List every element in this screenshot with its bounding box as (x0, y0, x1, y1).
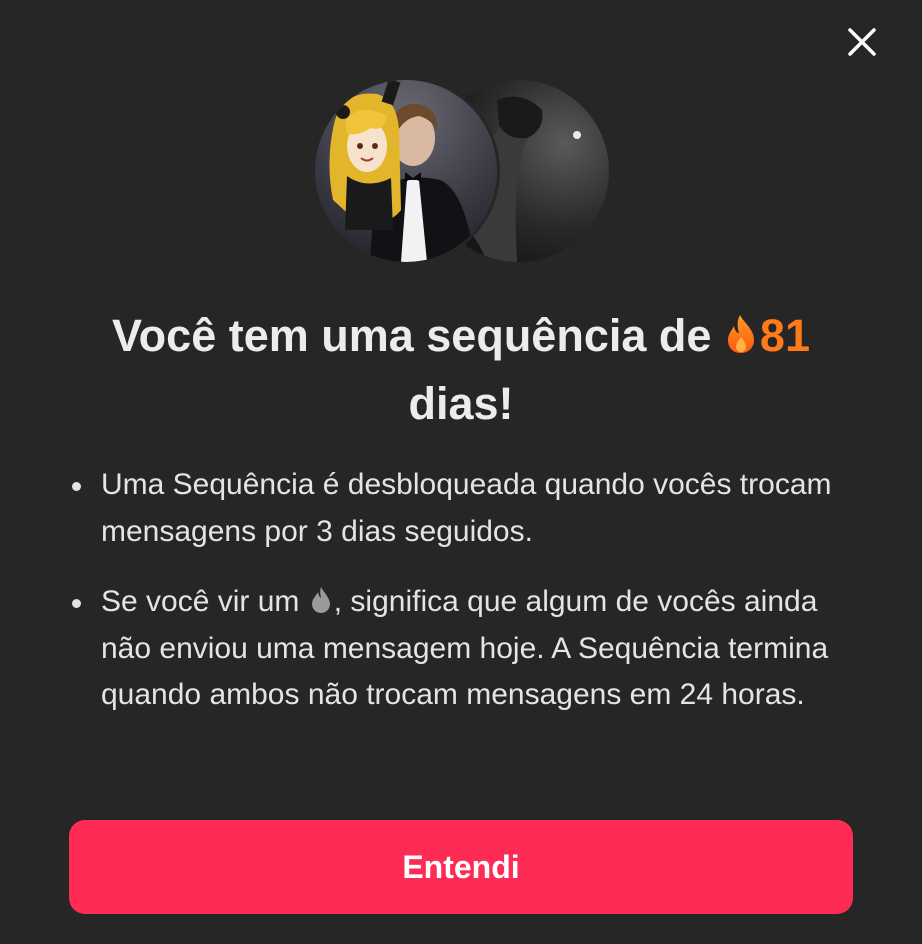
avatar-current-user (312, 77, 500, 265)
streak-title: Você tem uma sequência de 81 dias! (40, 302, 882, 438)
flame-icon (727, 315, 754, 353)
list-item: Se você vir um , significa que algum de … (70, 579, 840, 719)
streak-info-list: Uma Sequência é desbloqueada quando você… (70, 462, 840, 743)
got-it-button[interactable]: Entendi (69, 820, 853, 914)
bullet-text: Uma Sequência é desbloqueada quando você… (101, 468, 832, 548)
streak-count: 81 (759, 310, 810, 361)
list-item: Uma Sequência é desbloqueada quando você… (70, 462, 840, 555)
bullet-icon (72, 599, 81, 608)
gray-flame-icon (311, 587, 330, 613)
avatar-group (312, 77, 612, 265)
bullet-text-start: Se você vir um (101, 585, 300, 618)
close-icon (848, 28, 876, 56)
got-it-button-label: Entendi (402, 848, 520, 885)
streak-counter: 81 (724, 310, 810, 361)
close-button[interactable] (842, 22, 882, 62)
title-text: Você tem uma sequência de (112, 310, 712, 361)
bullet-icon (72, 482, 81, 491)
title-suffix: dias! (408, 378, 514, 429)
